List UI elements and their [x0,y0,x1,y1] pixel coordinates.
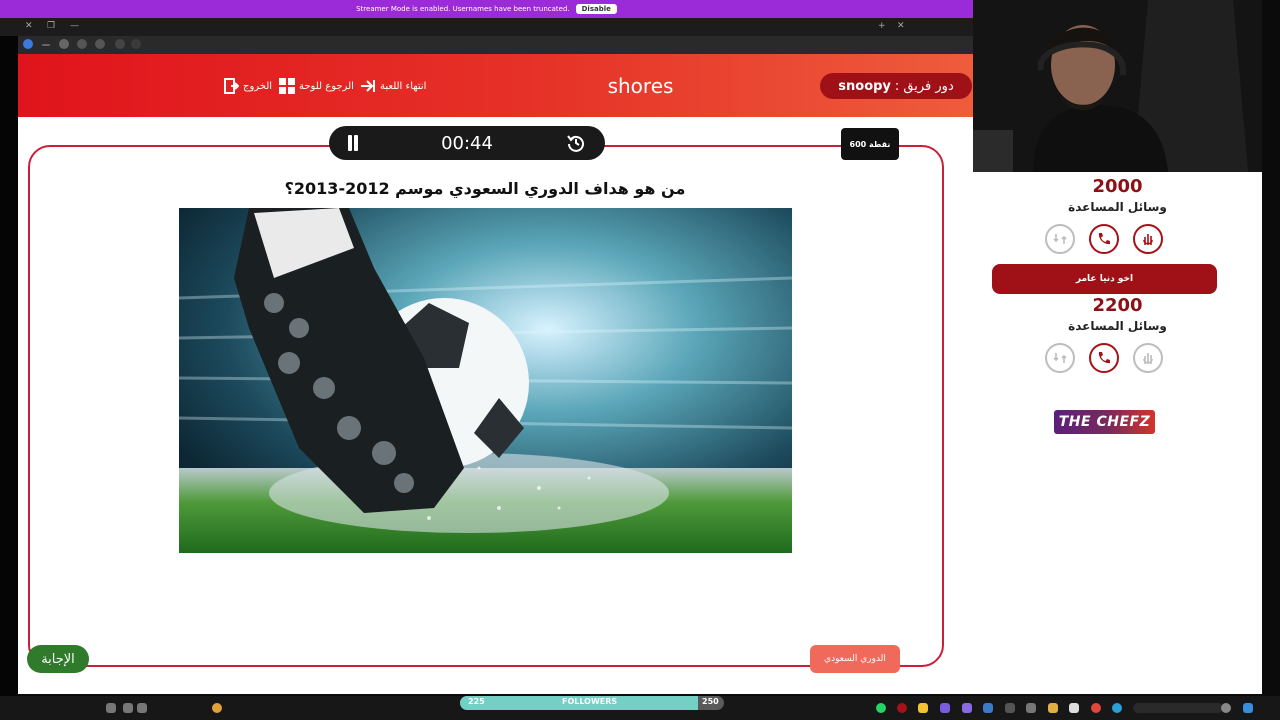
followers-current: 225 [468,697,485,706]
disable-streamer-mode-button[interactable]: Disable [575,4,617,14]
phone-icon[interactable] [1089,343,1119,373]
end-game-label: انتهاء اللعبة [380,80,427,92]
pause-icon[interactable] [346,135,360,151]
game-board-area: 00:44 600 نقطة من هو هداف الدوري السعودي… [18,117,973,694]
team-turn-name: snoopy [838,78,891,94]
browser-toolbar [18,36,973,54]
two-answers-icon[interactable] [1045,224,1075,254]
browser-side-edge [0,36,18,696]
close-icon[interactable]: ✕ [25,21,33,31]
webcam-feed [973,0,1262,172]
back-to-board-label: الرجوع للوحة [299,80,354,92]
question-image [179,208,792,553]
question-text: من هو هداف الدوري السعودي موسم 2012-2013… [284,179,686,198]
app-icon[interactable] [1005,703,1015,713]
points-badge: 600 نقطة [841,128,899,160]
arrow-right-icon [360,78,376,94]
timer-bar: 00:44 [329,126,605,160]
category-badge: الدوري السعودي [810,645,900,673]
sponsor-logo: THE CHEFZ [1054,410,1155,434]
streamer-mode-banner: Streamer Mode is enabled. Usernames have… [0,0,973,18]
grid-icon [279,78,295,94]
search-input[interactable] [1133,703,1223,713]
explorer-icon[interactable] [1048,703,1058,713]
discord-icon[interactable] [940,703,950,713]
swap-icon[interactable] [1133,343,1163,373]
team-turn-label: دور فريق : [894,78,954,94]
timer-display: 00:44 [441,133,493,154]
team-2-aids-label: وسائل المساعدة [1068,319,1167,333]
exit-label: الخروج [243,80,273,92]
browser-logo-icon [23,39,33,49]
reset-timer-icon[interactable] [567,134,585,152]
phone-icon[interactable] [1089,224,1119,254]
edge-icon[interactable] [1112,703,1122,713]
browser-tab-bar: ✕ ❐ — + ✕ [0,18,973,36]
app-icon[interactable] [1026,703,1036,713]
followers-goal: 250 [702,697,719,706]
twitch-icon[interactable] [962,703,972,713]
team-turn-pill: دور فريق : snoopy [820,73,972,99]
exit-button[interactable]: الخروج [223,76,272,96]
weather-icon [212,703,222,713]
exit-icon [223,78,240,94]
followers-goal-bar: 225 FOLLOWERS 250 [460,696,724,710]
extensions-icon[interactable] [77,39,87,49]
menu-icon[interactable] [42,44,50,46]
streamer-mode-message: Streamer Mode is enabled. Usernames have… [356,5,570,13]
star-icon[interactable] [115,39,125,49]
game-title: shores [607,74,674,98]
teams-side-panel: 2000 وسائل المساعدة اخو دنيا عامر 2200 و… [973,172,1262,694]
show-answer-button[interactable]: الإجابة [27,645,89,673]
folder-icon[interactable] [918,703,928,713]
app-icon[interactable] [1069,703,1079,713]
restore-icon[interactable]: ❐ [47,21,55,31]
search-icon[interactable] [1221,703,1231,713]
team-2-score: 2200 [1092,295,1143,316]
end-game-button[interactable]: انتهاء اللعبة [360,76,426,96]
windows-taskbar: 225 FOLLOWERS 250 [0,696,1280,720]
team-1-score: 2000 [1092,176,1143,197]
app-icon[interactable] [897,703,907,713]
followers-label: FOLLOWERS [562,697,618,706]
back-to-board-button[interactable]: الرجوع للوحة [279,76,354,96]
volume-icon[interactable] [123,703,133,713]
two-answers-icon[interactable] [1045,343,1075,373]
notification-icon[interactable] [106,703,116,713]
profile-icon[interactable] [59,39,69,49]
minimize-icon[interactable]: — [70,21,79,31]
team-2-name-pill: اخو دنيا عامر [992,264,1217,294]
whatsapp-icon[interactable] [876,703,886,713]
steam-icon[interactable] [983,703,993,713]
new-tab-icon[interactable]: + [878,21,886,31]
chrome-icon[interactable] [1091,703,1101,713]
swap-icon[interactable] [1133,224,1163,254]
chevron-up-icon[interactable] [137,703,147,713]
bookmark-icon[interactable] [95,39,105,49]
windows-start-icon[interactable] [1243,703,1253,713]
game-header: دور فريق : snoopy shores انتهاء اللعبة ا… [18,54,973,117]
team-1-aids-label: وسائل المساعدة [1068,200,1167,214]
close-tab-icon[interactable]: ✕ [897,21,905,31]
share-icon[interactable] [131,39,141,49]
